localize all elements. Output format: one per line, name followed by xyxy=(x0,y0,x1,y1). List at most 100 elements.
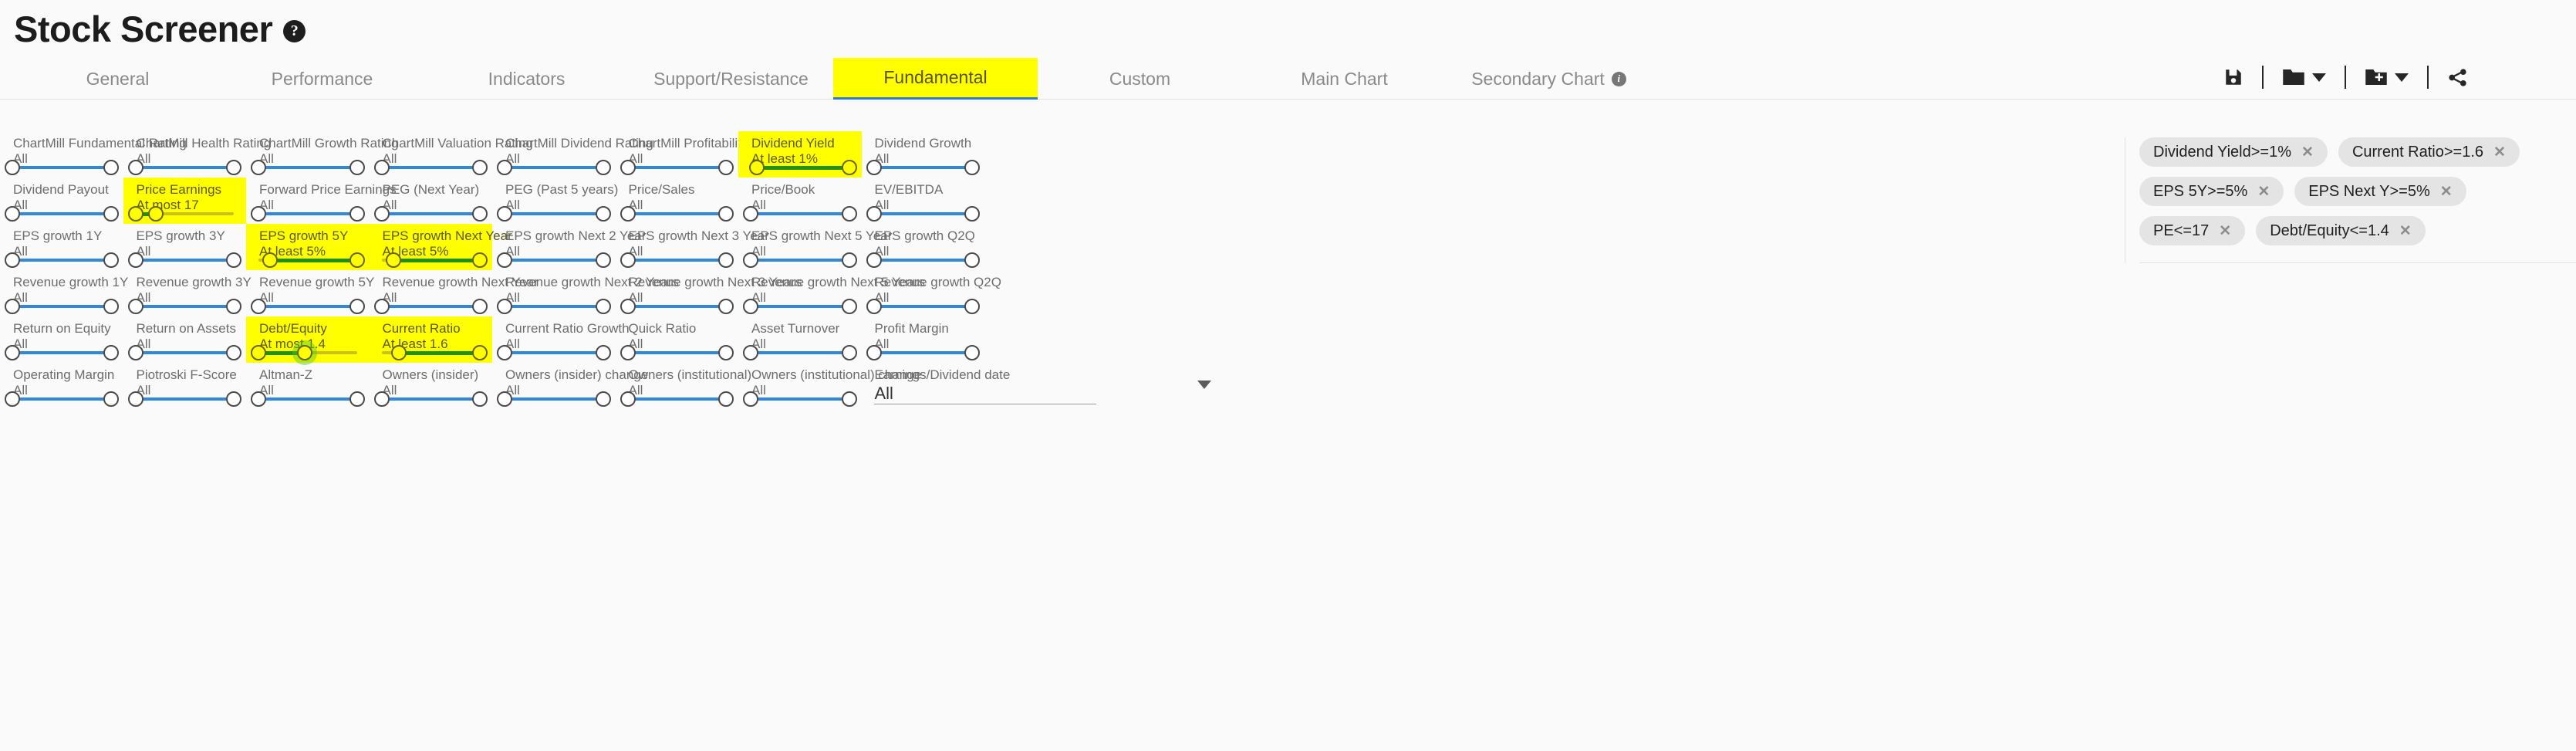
range-slider[interactable] xyxy=(0,391,123,407)
tab-support-resistance[interactable]: Support/Resistance xyxy=(629,58,833,100)
slider-track[interactable] xyxy=(135,259,234,262)
slider-track[interactable] xyxy=(505,351,603,354)
slider-handle-min[interactable] xyxy=(620,391,636,407)
filter-chartmill-valuation-rating[interactable]: ChartMill Valuation Rating All xyxy=(370,131,533,178)
remove-filter-icon[interactable]: ✕ xyxy=(2219,224,2231,238)
slider-handle-min[interactable] xyxy=(373,206,390,222)
filter-revenue-growth-next-3-years[interactable]: Revenue growth Next 3 Years All xyxy=(616,270,802,316)
range-slider[interactable] xyxy=(0,252,123,268)
slider-track[interactable] xyxy=(12,397,111,401)
slider-handle-max[interactable] xyxy=(964,252,980,268)
help-icon[interactable]: ? xyxy=(283,20,306,42)
slider-handle-max[interactable] xyxy=(226,345,241,360)
slider-handle-min[interactable] xyxy=(5,299,20,314)
slider-handle-min[interactable] xyxy=(373,391,390,407)
range-slider[interactable] xyxy=(492,299,616,314)
range-slider[interactable] xyxy=(123,299,247,314)
filter-price-earnings[interactable]: Price Earnings At most 17 xyxy=(123,178,246,224)
slider-handle-min[interactable] xyxy=(373,160,390,175)
slider-track[interactable] xyxy=(258,397,357,401)
filter-price-sales[interactable]: Price/Sales All xyxy=(616,178,739,224)
range-slider[interactable] xyxy=(738,299,862,314)
range-slider[interactable] xyxy=(246,345,370,360)
range-slider[interactable] xyxy=(123,345,247,360)
range-slider[interactable] xyxy=(370,299,493,314)
slider-handle-max[interactable] xyxy=(595,206,611,222)
new-screen-button[interactable] xyxy=(2357,64,2416,90)
slider-handle-min[interactable] xyxy=(497,206,512,222)
slider-handle-max[interactable] xyxy=(103,345,119,360)
remove-filter-icon[interactable]: ✕ xyxy=(2399,224,2412,238)
slider-track[interactable] xyxy=(751,259,849,262)
filter-owners-institutional[interactable]: Owners (institutional) All xyxy=(616,363,751,409)
range-slider[interactable] xyxy=(492,391,616,407)
filter-eps-growth-1y[interactable]: EPS growth 1Y All xyxy=(0,224,123,270)
tab-main-chart[interactable]: Main Chart xyxy=(1242,58,1447,100)
slider-handle-min[interactable] xyxy=(373,299,390,314)
slider-handle-min[interactable] xyxy=(497,160,512,175)
active-filter-tag[interactable]: EPS 5Y>=5% ✕ xyxy=(2139,177,2284,206)
slider-handle-min[interactable] xyxy=(743,206,758,222)
active-filter-tag[interactable]: EPS Next Y>=5% ✕ xyxy=(2294,177,2466,206)
slider-handle-max[interactable] xyxy=(472,252,488,268)
slider-track[interactable] xyxy=(873,351,972,354)
info-icon[interactable]: i xyxy=(1611,71,1626,86)
slider-track[interactable] xyxy=(505,259,603,262)
slider-handle-max[interactable] xyxy=(349,252,365,268)
filter-dividend-payout[interactable]: Dividend Payout All xyxy=(0,178,123,224)
range-slider[interactable] xyxy=(616,391,739,407)
range-slider[interactable] xyxy=(738,206,862,222)
slider-track[interactable] xyxy=(751,212,849,215)
filter-chartmill-profitability-rating[interactable]: ChartMill Profitability Rating All xyxy=(616,131,789,178)
range-slider[interactable] xyxy=(246,160,370,175)
range-slider[interactable] xyxy=(862,252,985,268)
range-slider[interactable] xyxy=(0,206,123,222)
filter-revenue-growth-next-2-years[interactable]: Revenue growth Next 2 Years All xyxy=(492,270,679,316)
range-slider[interactable] xyxy=(492,160,616,175)
range-slider[interactable] xyxy=(0,160,123,175)
slider-handle-max[interactable] xyxy=(472,160,488,175)
slider-track[interactable] xyxy=(135,397,234,401)
slider-handle-max[interactable] xyxy=(964,160,980,175)
slider-track[interactable] xyxy=(12,351,111,354)
slider-handle-max[interactable] xyxy=(349,206,365,222)
filter-chartmill-health-rating[interactable]: ChartMill Health Rating All xyxy=(123,131,271,178)
slider-handle-min[interactable] xyxy=(391,345,407,360)
slider-handle-max[interactable] xyxy=(148,206,164,222)
slider-handle-max[interactable] xyxy=(349,299,365,314)
slider-handle-min[interactable] xyxy=(127,160,143,175)
slider-handle-max[interactable] xyxy=(841,345,857,360)
slider-handle-min[interactable] xyxy=(5,160,20,175)
slider-handle-min[interactable] xyxy=(866,252,882,268)
filter-return-on-equity[interactable]: Return on Equity All xyxy=(0,316,123,363)
slider-handle-min[interactable] xyxy=(620,252,636,268)
active-filter-tag[interactable]: Dividend Yield>=1% ✕ xyxy=(2139,137,2328,167)
slider-handle-min[interactable] xyxy=(5,391,20,407)
range-slider[interactable] xyxy=(123,252,247,268)
remove-filter-icon[interactable]: ✕ xyxy=(2301,145,2314,160)
slider-handle-max[interactable] xyxy=(841,252,857,268)
range-slider[interactable] xyxy=(616,345,739,360)
slider-handle-min[interactable] xyxy=(497,252,512,268)
remove-filter-icon[interactable]: ✕ xyxy=(2440,184,2453,199)
slider-handle-max[interactable] xyxy=(964,345,980,360)
filter-eps-growth-next-3-year[interactable]: EPS growth Next 3 Year All xyxy=(616,224,769,270)
slider-handle-min[interactable] xyxy=(743,345,758,360)
slider-track[interactable] xyxy=(135,351,234,354)
slider-handle-max[interactable] xyxy=(964,299,980,314)
filter-eps-growth-3y[interactable]: EPS growth 3Y All xyxy=(123,224,247,270)
slider-handle-max[interactable] xyxy=(472,299,488,314)
slider-track[interactable] xyxy=(873,212,972,215)
filter-peg-past-5-years[interactable]: PEG (Past 5 years) All xyxy=(492,178,618,224)
slider-handle-max[interactable] xyxy=(103,299,119,314)
slider-handle-min[interactable] xyxy=(620,160,636,175)
chevron-down-icon[interactable] xyxy=(1197,381,1211,389)
tab-fundamental[interactable]: Fundamental xyxy=(833,58,1038,100)
filter-dividend-growth[interactable]: Dividend Growth All xyxy=(862,131,985,178)
tab-secondary-chart[interactable]: Secondary Chart i xyxy=(1447,58,1651,100)
slider-handle-min[interactable] xyxy=(866,160,882,175)
filter-current-ratio[interactable]: Current Ratio At least 1.6 xyxy=(369,316,492,363)
filter-asset-turnover[interactable]: Asset Turnover All xyxy=(738,316,862,363)
range-slider[interactable] xyxy=(246,206,370,222)
filter-owners-insider[interactable]: Owners (insider) All xyxy=(370,363,493,409)
